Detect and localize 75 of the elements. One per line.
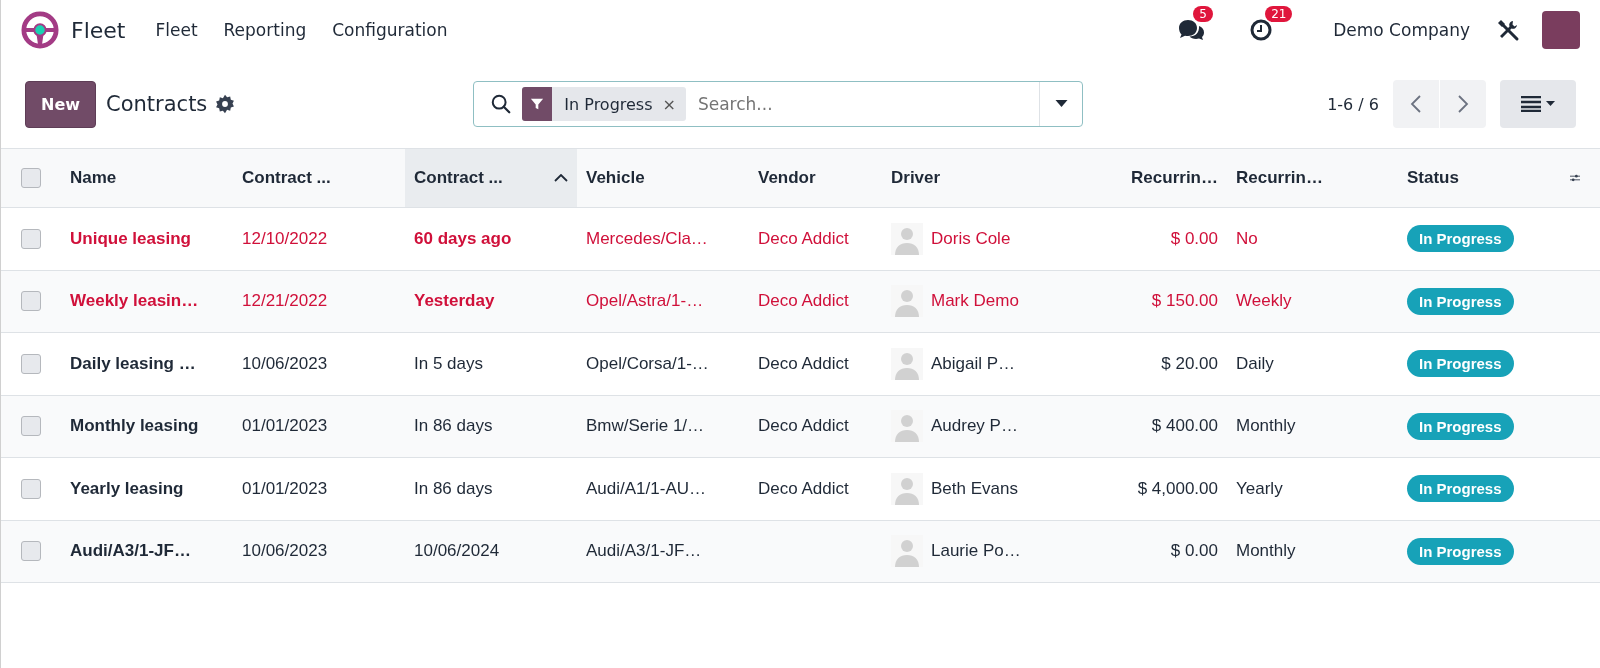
app-name[interactable]: Fleet [71,17,126,43]
contract-name: Audi/A3/1-JF… [70,541,191,562]
column-header[interactable]: Driver [882,149,1091,207]
amount-value: $ 20.00 [1161,353,1218,374]
contract-name: Unique leasing [70,228,191,249]
status-badge: In Progress [1407,287,1514,315]
page-title[interactable]: Contracts [106,92,208,116]
end-date: 60 days ago [414,228,512,249]
column-header[interactable]: Vehicle [577,149,749,207]
message-count-badge: 5 [1193,6,1213,22]
activity-count-badge: 21 [1265,6,1293,22]
start-date: 10/06/2023 [242,353,328,374]
menu-item[interactable]: Fleet [145,20,208,40]
amount-value: $ 4,000.00 [1137,478,1218,499]
status-badge: In Progress [1407,412,1514,440]
status-badge: In Progress [1407,475,1514,503]
vehicle-name: Audi/A3/1-JF… [586,541,702,562]
contract-name: Yearly leasing [70,478,184,499]
search-field[interactable]: In Progress × Search... [473,81,1084,127]
start-date: 10/06/2023 [242,541,328,562]
driver-name: Abigail P… [931,353,1016,374]
company-switcher[interactable]: Demo Company [1327,19,1476,41]
column-header[interactable]: Name [61,149,233,207]
start-date: 01/01/2023 [242,416,328,437]
end-date: Yesterday [414,291,495,312]
end-date: 10/06/2024 [414,541,500,562]
vendor-name: Deco Addict [758,478,849,499]
contract-name: Monthly leasing [70,416,199,437]
driver-name: Beth Evans [931,478,1018,499]
driver-name: Laurie Po… [931,541,1021,562]
status-badge: In Progress [1407,350,1514,378]
pager-value[interactable]: 1-6 / 6 [1327,94,1379,114]
column-header[interactable]: Recurrin… [1227,149,1398,207]
column-header[interactable]: Contract ... [233,149,405,207]
menu-item[interactable]: Reporting [213,20,317,40]
vehicle-name: Bmw/Serie 1/… [586,416,705,437]
status-badge: In Progress [1407,225,1514,253]
vendor-name: Deco Addict [758,353,849,374]
start-date: 12/10/2022 [242,228,328,249]
amount-value: $ 0.00 [1170,228,1218,249]
amount-value: $ 400.00 [1151,416,1218,437]
contract-name: Weekly leasin… [70,291,199,312]
contract-name: Daily leasing … [70,353,196,374]
amount-value: $ 150.00 [1151,291,1218,312]
vehicle-name: Mercedes/Cla… [586,228,708,249]
frequency-value: Monthly [1236,541,1296,562]
driver-name: Audrey P… [931,416,1018,437]
end-date: In 86 days [414,416,493,437]
start-date: 12/21/2022 [242,291,328,312]
vendor-name: Deco Addict [758,291,849,312]
vehicle-name: Opel/Corsa/1-… [586,353,709,374]
status-badge: In Progress [1407,537,1514,565]
frequency-value: No [1236,228,1258,249]
column-header[interactable]: Contract ... [405,149,577,207]
column-header[interactable]: Recurrin… [1091,149,1227,207]
remove-icon[interactable]: × [662,94,686,114]
vehicle-name: Opel/Astra/1-… [586,291,704,312]
vendor-name: Deco Addict [758,416,849,437]
menu-item[interactable]: Configuration [322,20,458,40]
driver-name: Doris Cole [931,228,1011,249]
amount-value: $ 0.00 [1170,541,1218,562]
end-date: In 5 days [414,353,483,374]
driver-name: Mark Demo [931,291,1019,312]
filter-facet[interactable]: In Progress × [522,87,686,121]
frequency-value: Yearly [1236,478,1283,499]
vendor-name: Deco Addict [758,228,849,249]
end-date: In 86 days [414,478,493,499]
start-date: 01/01/2023 [242,478,328,499]
frequency-value: Monthly [1236,416,1296,437]
frequency-value: Daily [1236,353,1274,374]
column-header[interactable]: Status [1398,149,1561,207]
vehicle-name: Audi/A1/1-AU… [586,478,706,499]
new-button[interactable]: New [25,80,97,128]
frequency-value: Weekly [1236,291,1292,312]
column-header[interactable]: Vendor [749,149,882,207]
